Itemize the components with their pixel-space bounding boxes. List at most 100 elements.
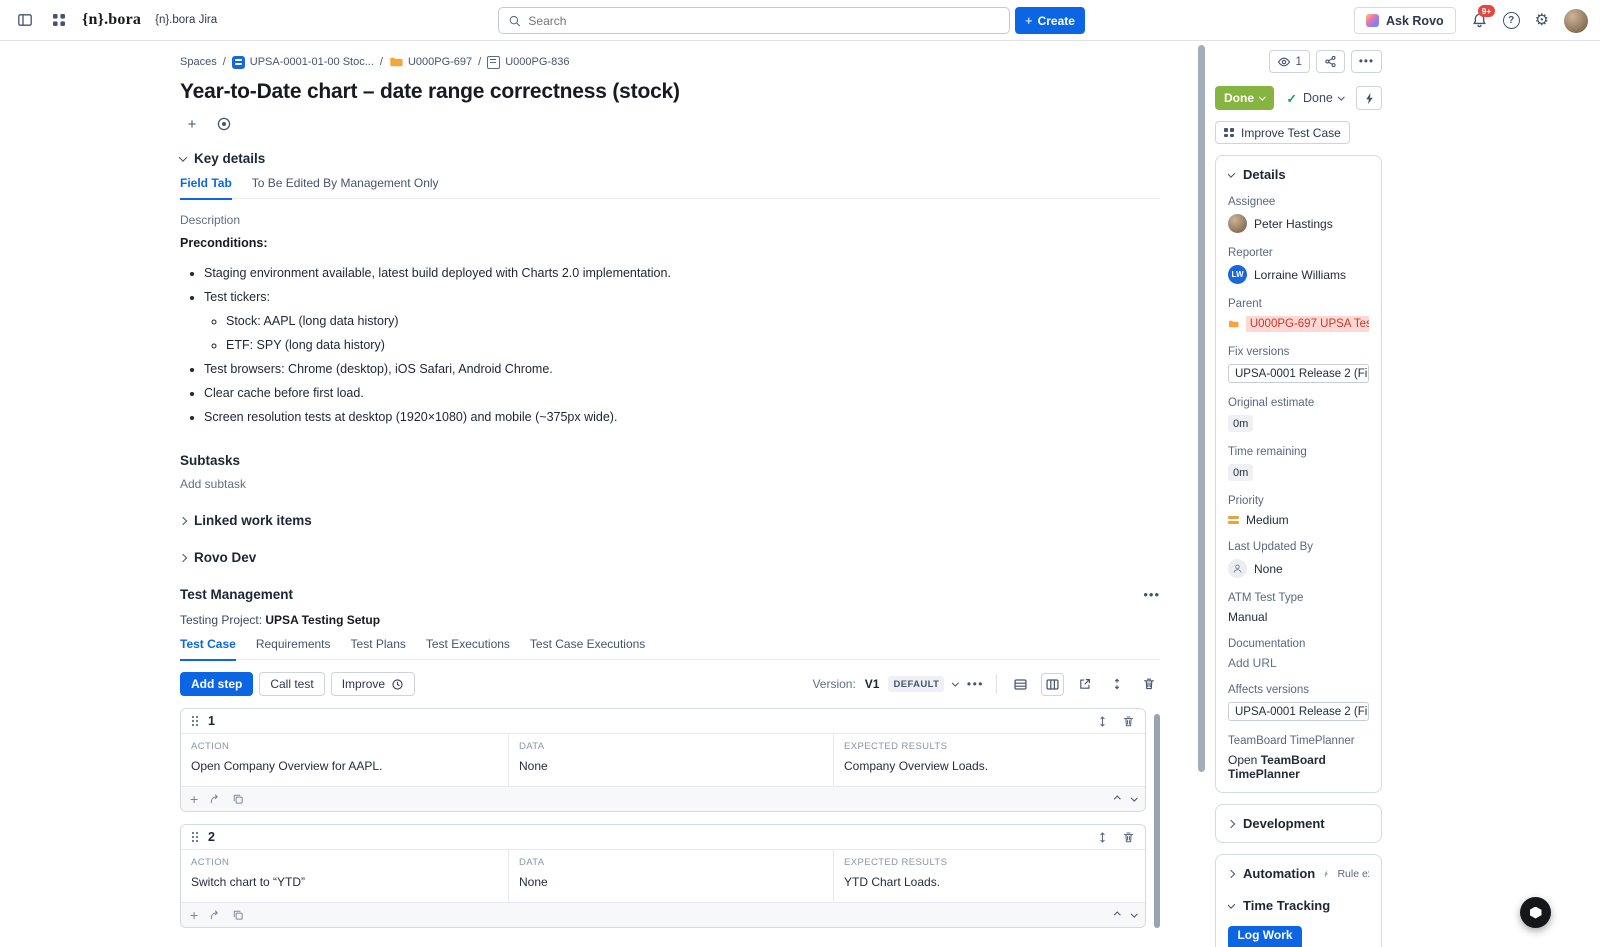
improve-test-case-button[interactable]: Improve Test Case bbox=[1215, 121, 1350, 144]
delete-button[interactable] bbox=[1137, 673, 1160, 696]
move-down-icon[interactable] bbox=[1131, 794, 1137, 800]
field-priority: Priority Medium bbox=[1228, 495, 1369, 527]
add-step-inline-button[interactable]: + bbox=[190, 907, 198, 923]
details-header[interactable]: Details bbox=[1228, 167, 1369, 182]
call-test-button[interactable]: Call test bbox=[259, 672, 324, 696]
breadcrumb-spaces[interactable]: Spaces bbox=[180, 56, 217, 68]
key-details-tabs: Field Tab To Be Edited By Management Onl… bbox=[180, 176, 1160, 199]
development-header[interactable]: Development bbox=[1228, 816, 1369, 831]
chevron-down-icon bbox=[1259, 93, 1265, 99]
configure-button[interactable] bbox=[212, 112, 236, 136]
drag-handle-icon[interactable] bbox=[191, 831, 199, 843]
development-panel: Development bbox=[1215, 804, 1382, 843]
move-up-icon[interactable] bbox=[1114, 912, 1120, 918]
automation-quick-button[interactable] bbox=[1356, 86, 1382, 110]
tab-requirements[interactable]: Requirements bbox=[256, 637, 331, 659]
breadcrumb-space[interactable]: UPSA-0001-01-00 Stoc... bbox=[232, 56, 374, 69]
watchers-button[interactable]: 1 bbox=[1269, 50, 1310, 73]
page-scrollbar[interactable] bbox=[1198, 45, 1205, 772]
move-step-icon[interactable] bbox=[1096, 715, 1109, 728]
brand-logo[interactable]: {n}.bora bbox=[82, 11, 141, 29]
question-icon: ? bbox=[1508, 15, 1514, 26]
test-case-icon bbox=[487, 56, 500, 69]
breadcrumb-folder[interactable]: U000PG-697 bbox=[389, 55, 472, 69]
time-tracking-header[interactable]: Time Tracking bbox=[1228, 898, 1369, 913]
expand-vertical-button[interactable] bbox=[1105, 673, 1128, 696]
open-in-new-button[interactable] bbox=[1073, 673, 1096, 696]
field-parent: Parent U000PG-697 UPSA Test Cas bbox=[1228, 298, 1369, 332]
panel-more-button[interactable]: ••• bbox=[1351, 50, 1382, 73]
breadcrumb-item[interactable]: U000PG-836 bbox=[487, 56, 569, 69]
chevron-down-icon[interactable] bbox=[952, 679, 958, 685]
call-step-icon[interactable] bbox=[209, 793, 221, 805]
user-avatar[interactable] bbox=[1564, 9, 1588, 33]
estimate-chip[interactable]: 0m bbox=[1228, 415, 1253, 432]
activity-timeline-floating-button[interactable] bbox=[1520, 897, 1551, 928]
copy-step-icon[interactable] bbox=[232, 793, 244, 805]
more-actions-button[interactable]: ••• bbox=[1143, 587, 1160, 602]
tab-management-only[interactable]: To Be Edited By Management Only bbox=[252, 176, 439, 198]
improve-button[interactable]: Improve bbox=[331, 672, 415, 696]
ask-rovo-button[interactable]: Ask Rovo bbox=[1354, 7, 1456, 34]
settings-button[interactable]: ⚙ bbox=[1535, 13, 1549, 29]
issue-main-content: Spaces / UPSA-0001-01-00 Stoc... / U000P… bbox=[0, 41, 1190, 947]
trash-icon[interactable] bbox=[1122, 831, 1135, 844]
share-button[interactable] bbox=[1316, 50, 1345, 73]
action-cell[interactable]: Action Open Company Overview for AAPL. bbox=[181, 734, 508, 786]
app-switcher-icon[interactable] bbox=[48, 9, 70, 31]
sidebar-toggle-icon[interactable] bbox=[14, 9, 36, 31]
drag-handle-icon[interactable] bbox=[191, 715, 199, 727]
tab-test-case[interactable]: Test Case bbox=[180, 637, 236, 659]
expected-results-cell[interactable]: Expected Results Company Overview Loads. bbox=[833, 734, 1145, 786]
move-step-icon[interactable] bbox=[1096, 831, 1109, 844]
status-dropdown[interactable]: Done bbox=[1215, 86, 1274, 110]
teamboard-open-link[interactable]: Open TeamBoard TimePlanner bbox=[1228, 753, 1369, 781]
move-up-icon[interactable] bbox=[1114, 796, 1120, 802]
notifications-button[interactable]: 9+ bbox=[1471, 12, 1488, 29]
data-cell[interactable]: Data None bbox=[508, 734, 833, 786]
version-chip[interactable]: UPSA-0001 Release 2 (Fi... bbox=[1228, 364, 1369, 383]
time-chip[interactable]: 0m bbox=[1228, 464, 1253, 481]
rows-view-button[interactable] bbox=[1009, 673, 1032, 696]
trash-icon[interactable] bbox=[1122, 715, 1135, 728]
action-cell[interactable]: Action Switch chart to “YTD” bbox=[181, 850, 508, 902]
add-button[interactable]: + bbox=[180, 112, 204, 136]
lightning-icon bbox=[1324, 868, 1328, 880]
tab-test-plans[interactable]: Test Plans bbox=[351, 637, 406, 659]
chevron-right-icon bbox=[179, 516, 187, 524]
columns-view-button[interactable] bbox=[1041, 673, 1064, 696]
parent-link[interactable]: U000PG-697 UPSA Test Cas bbox=[1246, 316, 1369, 332]
tab-test-case-executions[interactable]: Test Case Executions bbox=[530, 637, 645, 659]
log-work-button[interactable]: Log Work bbox=[1228, 926, 1302, 947]
linked-work-items-header[interactable]: Linked work items bbox=[180, 513, 1160, 528]
automation-header[interactable]: Automation Rule executions bbox=[1228, 866, 1369, 881]
search-input[interactable] bbox=[528, 14, 1000, 28]
description-label: Description bbox=[180, 213, 1160, 227]
automation-panel: Automation Rule executions Time Tracking… bbox=[1215, 854, 1382, 947]
data-cell[interactable]: Data None bbox=[508, 850, 833, 902]
add-step-inline-button[interactable]: + bbox=[190, 791, 198, 807]
rovo-dev-header[interactable]: Rovo Dev bbox=[180, 550, 1160, 565]
tab-test-executions[interactable]: Test Executions bbox=[426, 637, 510, 659]
version-more-button[interactable]: ••• bbox=[967, 677, 984, 691]
gear-icon: ⚙ bbox=[1535, 12, 1549, 29]
add-step-button[interactable]: Add step bbox=[180, 672, 253, 696]
version-chip[interactable]: UPSA-0001 Release 2 (Fi... bbox=[1228, 702, 1369, 721]
create-button[interactable]: + Create bbox=[1015, 7, 1085, 34]
secondary-status-dropdown[interactable]: ✓ Done bbox=[1287, 91, 1344, 106]
steps-scrollbar[interactable] bbox=[1154, 714, 1160, 928]
key-details-header[interactable]: Key details bbox=[180, 151, 1160, 166]
tab-field-tab[interactable]: Field Tab bbox=[180, 176, 232, 198]
rule-executions-label[interactable]: Rule executions bbox=[1337, 868, 1369, 880]
app-logo-icon bbox=[1530, 907, 1542, 919]
copy-step-icon[interactable] bbox=[232, 909, 244, 921]
call-step-icon[interactable] bbox=[209, 909, 221, 921]
move-down-icon[interactable] bbox=[1131, 910, 1137, 916]
add-url-button[interactable]: Add URL bbox=[1228, 656, 1277, 670]
global-search[interactable] bbox=[498, 7, 1010, 34]
help-button[interactable]: ? bbox=[1503, 12, 1520, 29]
list-item: Screen resolution tests at desktop (1920… bbox=[204, 409, 1160, 425]
chevron-right-icon bbox=[1228, 869, 1235, 877]
add-subtask-button[interactable]: Add subtask bbox=[180, 477, 1160, 491]
expected-results-cell[interactable]: Expected Results YTD Chart Loads. bbox=[833, 850, 1145, 902]
